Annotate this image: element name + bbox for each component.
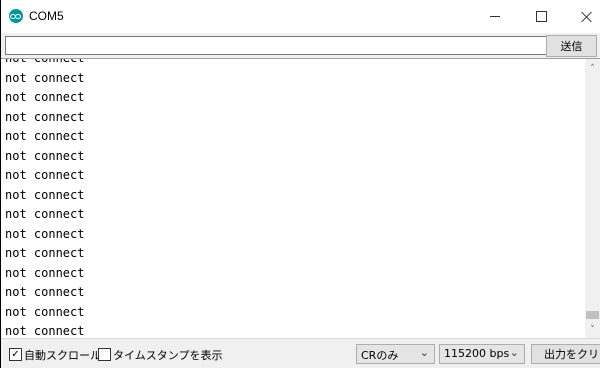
- scroll-down-icon[interactable]: ˅: [585, 322, 600, 337]
- serial-monitor-window: COM5 送信 not connect not connect not connec…: [1, 0, 600, 368]
- output-line: not connect: [5, 187, 85, 202]
- output-line: not connect: [5, 109, 85, 124]
- vertical-scrollbar[interactable]: ˄ ˅: [585, 58, 600, 339]
- baud-rate-select[interactable]: 115200 bps ⌄: [439, 344, 525, 364]
- output-line: not connect: [5, 304, 85, 319]
- send-button[interactable]: 送信: [546, 35, 597, 57]
- line-ending-select[interactable]: CRのみ ⌄: [356, 344, 435, 364]
- line-ending-value: CRのみ: [361, 349, 399, 362]
- timestamp-checkbox[interactable]: [98, 348, 111, 361]
- scrollbar-thumb[interactable]: [586, 311, 599, 319]
- maximize-icon: [535, 11, 547, 22]
- output-line: not connect: [5, 207, 85, 221]
- serial-output[interactable]: not connect not connect not connect not con…: [1, 58, 585, 339]
- output-line: not connect: [5, 246, 85, 260]
- chevron-down-icon: ⌄: [509, 346, 519, 359]
- output-line: not connect: [5, 285, 85, 299]
- chevron-down-icon: ⌄: [419, 346, 429, 359]
- maximize-button[interactable]: [518, 0, 564, 33]
- autoscroll-checkbox[interactable]: ✓: [9, 348, 22, 361]
- send-row: 送信: [1, 33, 600, 58]
- output-line: not connect: [5, 226, 85, 241]
- send-input[interactable]: [5, 36, 547, 55]
- timestamp-label[interactable]: タイムスタンプを表示: [113, 347, 222, 363]
- baud-rate-value: 115200 bps: [444, 347, 510, 360]
- arduino-logo-icon: [9, 9, 23, 23]
- minimize-button[interactable]: [472, 0, 518, 33]
- status-bar: ✓ 自動スクロール タイムスタンプを表示 CRのみ ⌄ 115200 bps ⌄…: [1, 338, 600, 368]
- output-line: not connect: [5, 148, 85, 163]
- close-icon: [581, 11, 593, 23]
- autoscroll-label[interactable]: 自動スクロール: [24, 347, 101, 363]
- output-line: not connect: [5, 58, 85, 65]
- output-line: not connect: [5, 168, 85, 182]
- close-button[interactable]: [564, 0, 600, 33]
- output-line: not connect: [5, 265, 85, 280]
- clear-output-button[interactable]: 出力をクリア: [531, 344, 600, 364]
- title-bar[interactable]: COM5: [1, 0, 600, 33]
- output-line: not connect: [5, 324, 85, 338]
- output-line: not connect: [5, 90, 85, 104]
- scroll-up-icon[interactable]: ˄: [585, 61, 600, 76]
- window-title: COM5: [29, 9, 64, 23]
- output-line: not connect: [5, 129, 85, 143]
- output-line: not connect: [5, 70, 85, 85]
- minimize-icon: [490, 16, 500, 17]
